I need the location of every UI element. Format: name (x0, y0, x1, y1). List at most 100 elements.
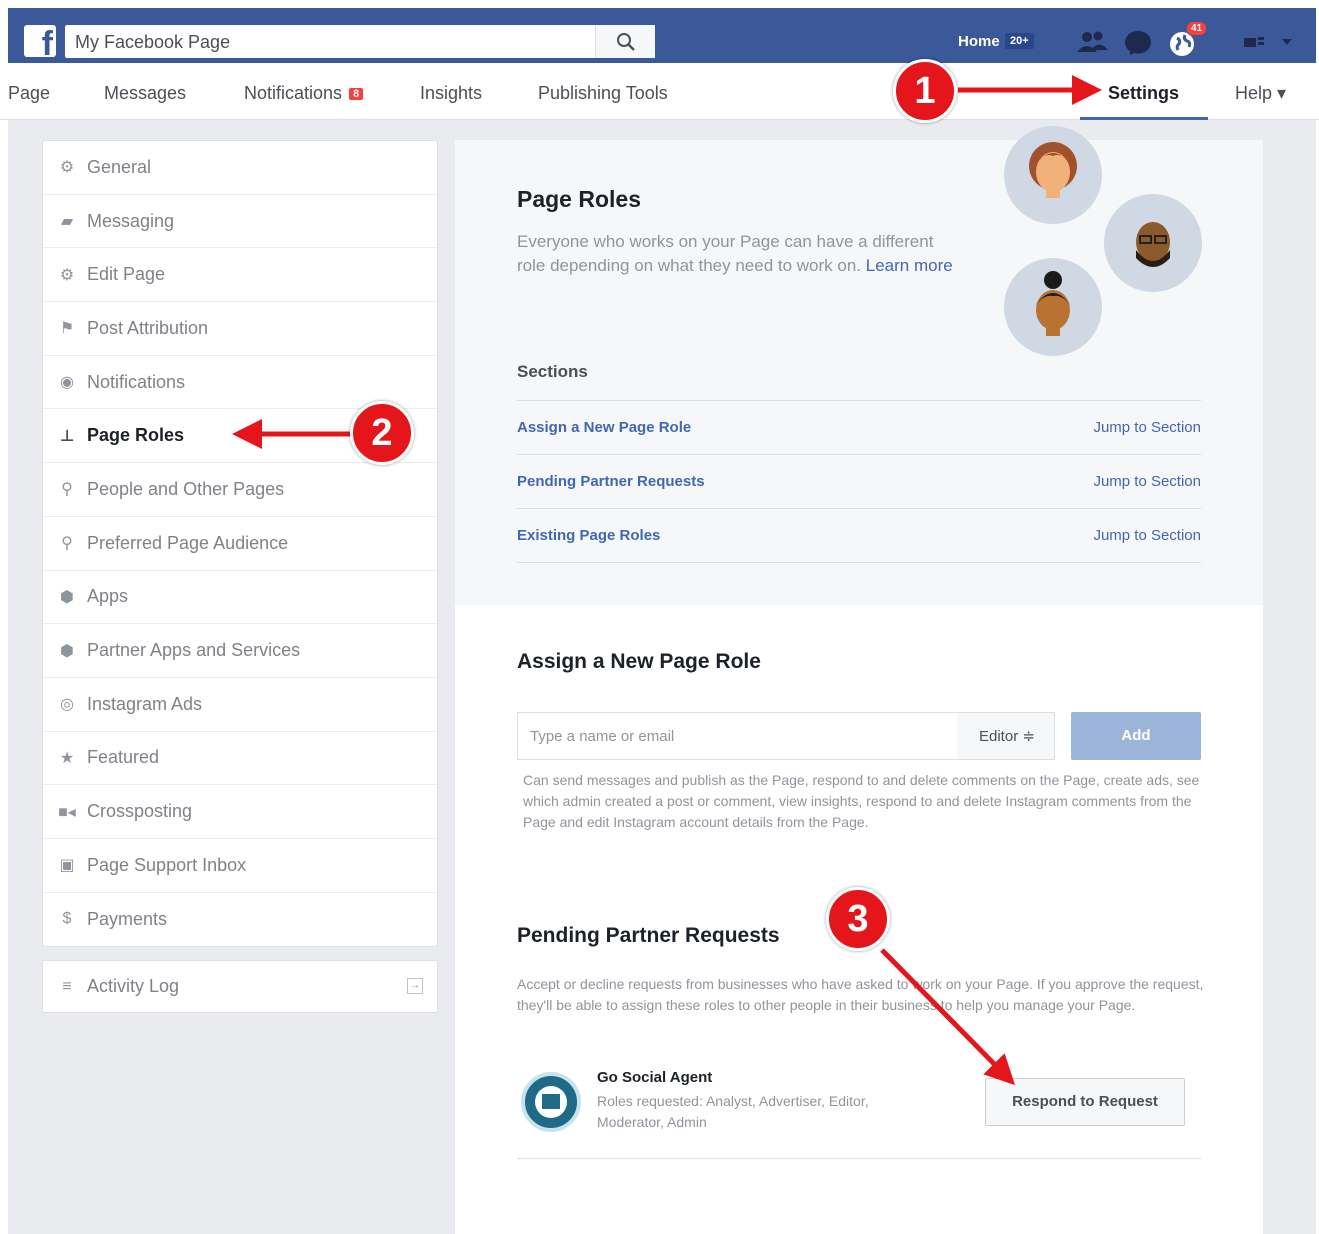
agent-roles-requested: Roles requested: Analyst, Advertiser, Ed… (597, 1093, 869, 1130)
video-icon: ■◂ (58, 803, 76, 821)
role-dropdown[interactable]: Editor ≑ (957, 712, 1055, 760)
sections-divider (517, 562, 1201, 563)
tab-notifications[interactable]: Notifications 8 (244, 83, 364, 104)
tab-notifications-label: Notifications (244, 83, 343, 103)
search-icon (617, 33, 635, 51)
cube-icon: ⬢ (60, 642, 74, 660)
section-link-existing-roles[interactable]: Existing Page Roles (517, 527, 660, 544)
sidebar-item-post-attribution[interactable]: ⚑ Post Attribution (43, 302, 437, 356)
page-description: Everyone who works on your Page can have… (517, 230, 957, 278)
gear-icon: ⚙ (59, 159, 75, 177)
agent-logo (521, 1072, 581, 1132)
page-roles-header: Page Roles Everyone who works on your Pa… (455, 126, 1263, 605)
people-icon: ⚲ (61, 481, 73, 499)
sidebar-item-edit-page[interactable]: ⚙ Edit Page (43, 248, 437, 303)
sidebar-item-label: Page Support Inbox (87, 854, 247, 875)
facebook-logo[interactable]: f (24, 25, 56, 57)
sidebar-item-general[interactable]: ⚙ General (43, 141, 437, 195)
avatar-illustration (1004, 258, 1102, 356)
chat-icon: ▰ (60, 213, 74, 231)
notification-count-badge: 41 (1186, 21, 1208, 36)
section-link-assign-role[interactable]: Assign a New Page Role (517, 419, 691, 436)
page-roles-panel: Page Roles Everyone who works on your Pa… (455, 126, 1263, 1234)
role-dropdown-value: Editor ≑ (979, 728, 1035, 745)
sidebar-item-partner-apps[interactable]: ⬢ Partner Apps and Services (43, 624, 437, 678)
sidebar-item-apps[interactable]: ⬢ Apps (43, 571, 437, 625)
top-navigation-bar: f My Facebook Page Home 20+ 41 (8, 8, 1316, 63)
sidebar-item-label: Post Attribution (87, 317, 209, 338)
activity-log-label: Activity Log (87, 976, 180, 996)
role-description: Can send messages and publish as the Pag… (523, 772, 1200, 830)
pending-requests-description: Accept or decline requests from business… (517, 976, 1204, 1013)
page-title: Page Roles (517, 186, 641, 212)
tab-insights[interactable]: Insights (420, 83, 482, 104)
gear-icon: ⚙ (59, 266, 75, 284)
sidebar-item-label: Notifications (87, 371, 186, 392)
agent-name[interactable]: Go Social Agent (597, 1069, 712, 1086)
tab-help[interactable]: Help ▾ (1235, 83, 1286, 104)
pending-requests-heading: Pending Partner Requests (517, 924, 780, 947)
annotation-marker-3: 3 (826, 887, 890, 951)
cube-icon: ⬢ (60, 588, 74, 606)
sidebar-item-crossposting[interactable]: ■◂ Crossposting (43, 785, 437, 839)
sidebar-item-preferred-page-audience[interactable]: ⚲ Preferred Page Audience (43, 517, 437, 571)
sidebar-item-label: Apps (87, 586, 129, 607)
messenger-icon[interactable] (1124, 30, 1152, 56)
search-button[interactable] (595, 25, 655, 58)
sidebar-item-label: Instagram Ads (87, 693, 203, 714)
sidebar-item-label: Preferred Page Audience (87, 532, 289, 553)
notifications-badge: 8 (349, 88, 364, 100)
globe-icon: ◉ (60, 374, 74, 392)
jump-to-section-link[interactable]: Jump to Section (1093, 419, 1201, 436)
tab-publishing-tools[interactable]: Publishing Tools (538, 83, 668, 104)
sidebar-item-payments[interactable]: $ Payments (43, 893, 437, 947)
page-tab-bar: Page Messages Notifications 8 Insights P… (0, 63, 1319, 120)
sidebar-item-instagram-ads[interactable]: ◎ Instagram Ads (43, 678, 437, 732)
expand-icon[interactable]: → (407, 978, 423, 994)
section-link-pending-requests[interactable]: Pending Partner Requests (517, 473, 705, 490)
sidebar-item-messaging[interactable]: ▰ Messaging (43, 195, 437, 249)
home-link[interactable]: Home (958, 33, 1000, 50)
instagram-icon: ◎ (60, 696, 74, 714)
home-badge: 20+ (1005, 33, 1034, 49)
learn-more-link[interactable]: Learn more (866, 256, 953, 275)
account-menu-icon[interactable] (1244, 35, 1294, 49)
sidebar-item-label: Featured (87, 747, 160, 768)
search-input[interactable]: My Facebook Page (75, 32, 230, 53)
jump-to-section-link[interactable]: Jump to Section (1093, 527, 1201, 544)
search-bar[interactable]: My Facebook Page (65, 25, 655, 58)
star-icon: ★ (59, 749, 75, 767)
settings-sidebar: ⚙ General ▰ Messaging ⚙ Edit Page ⚑ Post Att… (42, 140, 438, 948)
annotation-marker-1: 1 (893, 59, 957, 123)
annotation-marker-2: 2 (350, 401, 414, 465)
sidebar-item-label: Partner Apps and Services (87, 640, 301, 661)
jump-to-section-link[interactable]: Jump to Section (1093, 473, 1201, 490)
request-divider (517, 1158, 1201, 1159)
sidebar-item-label: Page Roles (87, 425, 185, 446)
sidebar-item-featured[interactable]: ★ Featured (43, 732, 437, 786)
tab-page[interactable]: Page (8, 83, 50, 104)
friends-icon[interactable] (1076, 30, 1110, 54)
flag-icon: ⚑ (59, 320, 75, 338)
sidebar-item-label: Crossposting (87, 801, 193, 822)
respond-to-request-button[interactable]: Respond to Request (985, 1078, 1185, 1126)
sidebar-item-label: People and Other Pages (87, 478, 285, 499)
sidebar-item-people-and-other-pages[interactable]: ⚲ People and Other Pages (43, 463, 437, 517)
sidebar-item-label: Messaging (87, 210, 175, 231)
sidebar-item-label: Edit Page (87, 264, 166, 285)
section-row: Existing Page Roles Jump to Section (517, 508, 1201, 562)
section-row: Assign a New Page Role Jump to Section (517, 400, 1201, 454)
name-or-email-input[interactable]: Type a name or email (517, 712, 958, 760)
avatar-illustration (1104, 194, 1202, 292)
sidebar-item-page-support-inbox[interactable]: ▣ Page Support Inbox (43, 839, 437, 893)
activity-log-link[interactable]: ≡ Activity Log → (42, 960, 438, 1013)
avatar-illustration (1004, 126, 1102, 224)
tab-settings[interactable]: Settings (1108, 83, 1179, 104)
dollar-icon: $ (62, 910, 72, 928)
tab-messages[interactable]: Messages (104, 83, 186, 104)
sidebar-item-label: Payments (87, 908, 168, 929)
section-row: Pending Partner Requests Jump to Section (517, 454, 1201, 508)
person-icon: ⊥ (59, 427, 75, 445)
people-icon: ⚲ (61, 535, 73, 553)
add-button[interactable]: Add (1071, 712, 1201, 760)
